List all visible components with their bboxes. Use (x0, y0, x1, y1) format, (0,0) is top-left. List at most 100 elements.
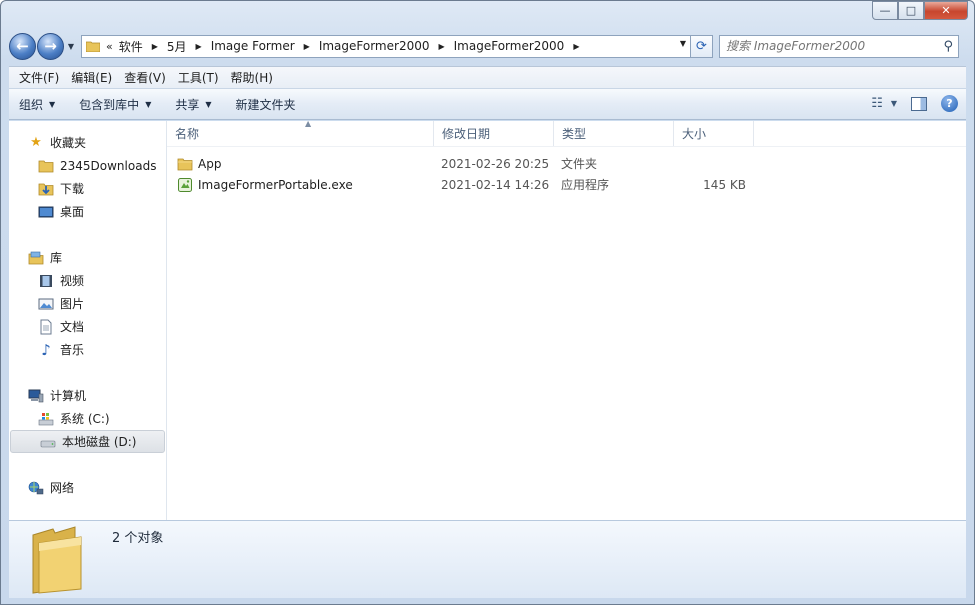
sidebar-item-favorites[interactable]: ★ 收藏夹 (9, 131, 166, 154)
column-label: 名称 (175, 127, 200, 141)
details-pane: 2 个对象 (9, 520, 966, 598)
sidebar-item-videos[interactable]: 视频 (9, 269, 166, 292)
sidebar-item-drive-d[interactable]: 本地磁盘 (D:) (10, 430, 165, 453)
menu-help[interactable]: 帮助(H) (225, 69, 279, 86)
sidebar-item-documents[interactable]: 文档 (9, 315, 166, 338)
document-icon (40, 319, 52, 334)
preview-pane-icon (911, 96, 927, 111)
organize-button[interactable]: 组织 ▼ (19, 96, 55, 113)
forward-button[interactable]: → (37, 32, 64, 60)
main-area: ★ 收藏夹 2345Downloads 下载 桌面 库 视频 图片 文档 ♪ 音… (9, 119, 966, 520)
sidebar-item-label: 图片 (60, 297, 85, 311)
breadcrumb-item[interactable]: Image Former (211, 39, 295, 53)
command-bar: 组织 ▼ 包含到库中 ▼ 共享 ▼ 新建文件夹 ☷ ▼ ? (9, 88, 966, 120)
breadcrumb-item[interactable]: 5月 (167, 38, 187, 55)
chevron-down-icon: ▼ (49, 99, 56, 109)
sidebar-item-label: 文档 (60, 320, 85, 334)
column-type[interactable]: 类型 (554, 121, 674, 146)
menu-file[interactable]: 文件(F) (13, 69, 65, 86)
help-button[interactable]: ? (941, 95, 958, 112)
address-history-dropdown[interactable]: ▼ (680, 39, 686, 48)
search-box[interactable]: ⚲ (719, 34, 959, 58)
menu-view[interactable]: 查看(V) (118, 69, 172, 86)
organize-label: 组织 (19, 97, 44, 112)
chevron-right-icon[interactable]: ▶ (304, 42, 310, 51)
view-controls: ☷ ▼ ? (857, 95, 958, 112)
sidebar-item-drive-c[interactable]: 系统 (C:) (9, 407, 166, 430)
column-header-row: ▲ 名称 修改日期 类型 大小 (167, 119, 966, 147)
menu-edit[interactable]: 编辑(E) (65, 69, 118, 86)
chevron-right-icon[interactable]: ▶ (573, 42, 579, 51)
include-in-library-button[interactable]: 包含到库中 ▼ (79, 96, 151, 113)
folder-icon (38, 160, 54, 172)
caption-buttons: — □ ✕ (872, 1, 968, 20)
sidebar-item-label: 计算机 (50, 389, 87, 403)
recent-pages-dropdown[interactable]: ▼ (65, 42, 77, 51)
sidebar-item-label: 收藏夹 (50, 136, 87, 150)
new-folder-button[interactable]: 新建文件夹 (236, 96, 296, 113)
address-bar[interactable]: « 软件 ▶ 5月 ▶ Image Former ▶ ImageFormer2000 ▶… (81, 34, 691, 58)
file-list[interactable]: ▲ 名称 修改日期 类型 大小 App 2021-02-26 20:25 文件夹 (167, 119, 966, 520)
breadcrumb-item[interactable]: ImageFormer2000 (454, 39, 565, 53)
file-name: ImageFormerPortable.exe (198, 177, 353, 192)
search-input[interactable] (726, 39, 936, 53)
column-label: 大小 (682, 127, 707, 141)
column-label: 类型 (562, 127, 587, 141)
sidebar-item-computer[interactable]: 计算机 (9, 384, 166, 407)
details-view-icon: ☷ (871, 96, 883, 111)
column-size[interactable]: 大小 (674, 121, 754, 146)
sidebar-item-2345downloads[interactable]: 2345Downloads (9, 154, 166, 177)
file-size: 145 KB (703, 177, 746, 192)
sidebar-item-network[interactable]: 网络 (9, 476, 166, 499)
file-type: 文件夹 (561, 157, 598, 171)
share-button[interactable]: 共享 ▼ (175, 96, 211, 113)
table-row[interactable]: App 2021-02-26 20:25 文件夹 (167, 153, 966, 174)
sidebar-item-label: 桌面 (60, 205, 85, 219)
file-date: 2021-02-14 14:26 (441, 177, 550, 192)
minimize-button[interactable]: — (872, 1, 898, 20)
chevron-down-icon: ▼ (145, 99, 152, 109)
refresh-button[interactable]: ⟳ (691, 34, 713, 58)
sidebar-item-label: 网络 (50, 481, 75, 495)
file-name: App (198, 156, 222, 171)
picture-icon (38, 298, 54, 309)
close-button[interactable]: ✕ (924, 1, 968, 20)
refresh-icon: ⟳ (696, 38, 707, 54)
explorer-window: — □ ✕ ← → ▼ « 软件 ▶ 5月 ▶ Image Former ▶ Imag… (0, 0, 975, 605)
menu-tools[interactable]: 工具(T) (172, 69, 225, 86)
music-note-icon: ♪ (41, 340, 51, 359)
chevron-down-icon: ▼ (205, 99, 212, 109)
column-date-modified[interactable]: 修改日期 (434, 121, 554, 146)
back-button[interactable]: ← (9, 32, 36, 60)
help-icon: ? (941, 95, 958, 112)
search-icon[interactable]: ⚲ (943, 39, 953, 54)
folder-icon (86, 41, 100, 52)
maximize-button[interactable]: □ (898, 1, 924, 20)
breadcrumb-overflow[interactable]: « (106, 40, 113, 53)
sidebar-item-music[interactable]: ♪ 音乐 (9, 338, 166, 361)
desktop-icon (38, 206, 54, 217)
network-icon (28, 481, 44, 494)
breadcrumb-item[interactable]: ImageFormer2000 (319, 39, 430, 53)
column-name[interactable]: 名称 (167, 121, 434, 146)
change-view-button[interactable]: ☷ ▼ (871, 96, 897, 111)
sidebar-item-libraries[interactable]: 库 (9, 246, 166, 269)
breadcrumb-item[interactable]: 软件 (119, 38, 143, 55)
chevron-right-icon[interactable]: ▶ (152, 42, 158, 51)
file-type: 应用程序 (561, 178, 610, 192)
navigation-pane[interactable]: ★ 收藏夹 2345Downloads 下载 桌面 库 视频 图片 文档 ♪ 音… (9, 121, 167, 520)
chevron-right-icon[interactable]: ▶ (438, 42, 444, 51)
chevron-right-icon[interactable]: ▶ (196, 42, 202, 51)
folder-icon (32, 526, 82, 594)
sidebar-item-desktop[interactable]: 桌面 (9, 200, 166, 223)
table-row[interactable]: ImageFormerPortable.exe 2021-02-14 14:26… (167, 174, 966, 195)
sidebar-item-label: 2345Downloads (60, 158, 157, 173)
breadcrumb: « 软件 ▶ 5月 ▶ Image Former ▶ ImageFormer2000 ▶… (106, 38, 588, 55)
preview-pane-button[interactable] (911, 96, 927, 111)
sidebar-item-downloads[interactable]: 下载 (9, 177, 166, 200)
sidebar-item-label: 库 (50, 251, 63, 265)
library-icon (28, 251, 44, 264)
sidebar-item-pictures[interactable]: 图片 (9, 292, 166, 315)
